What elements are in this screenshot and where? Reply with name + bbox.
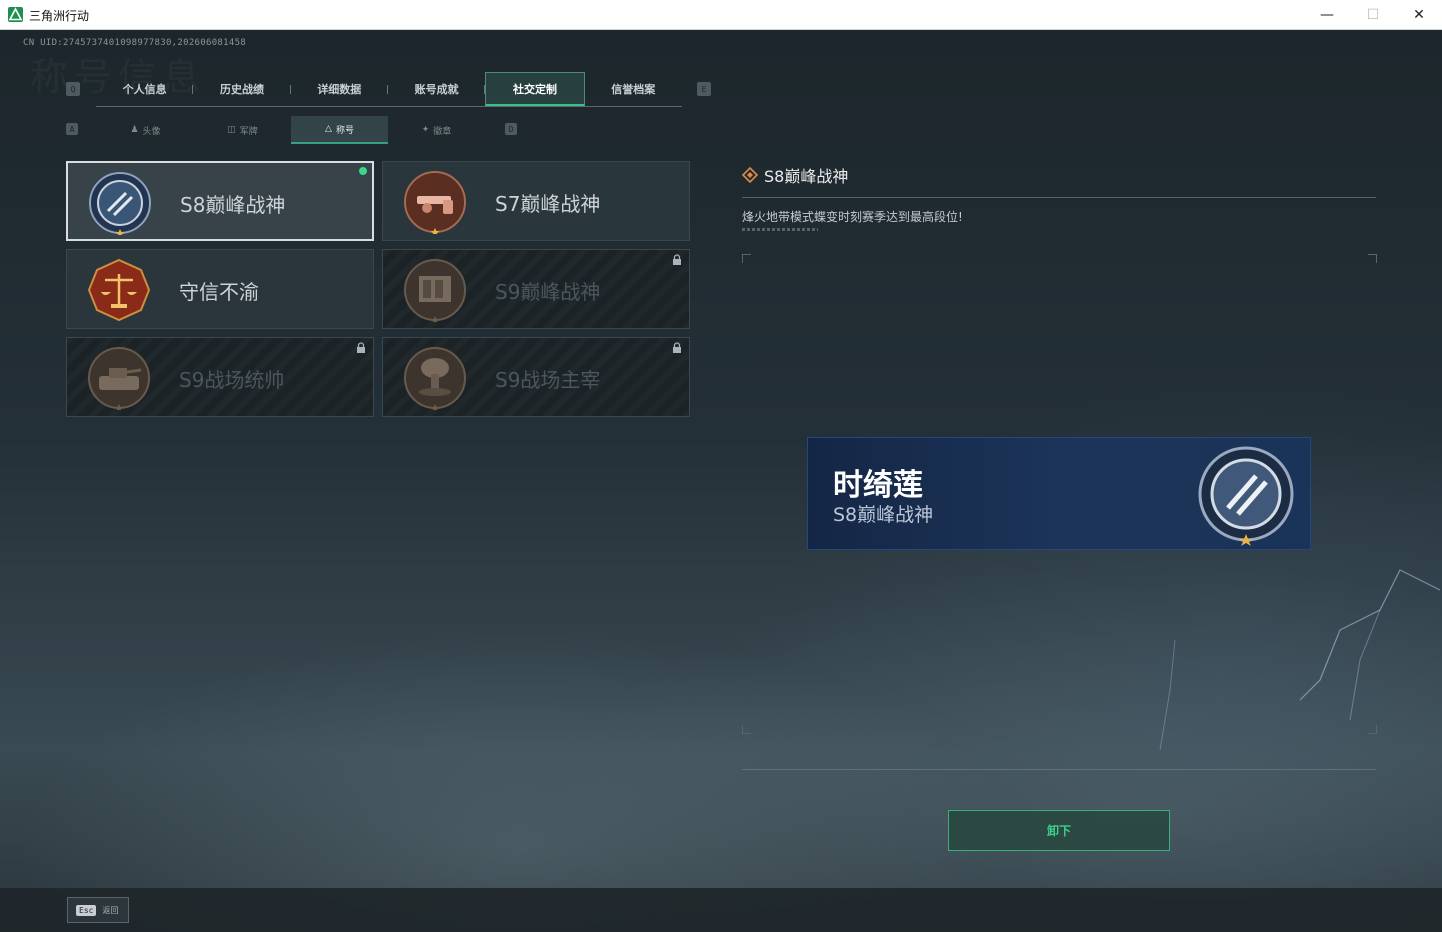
tab-achievements[interactable]: 账号成就	[388, 72, 486, 106]
subtab-avatar[interactable]: ♟ 头像	[97, 116, 194, 144]
frame-corner	[742, 254, 751, 263]
s9-peak-medal-icon	[404, 259, 466, 322]
prev-tab-key-hint[interactable]: Q	[66, 82, 80, 96]
next-tab-key-hint[interactable]: E	[697, 82, 711, 96]
back-button[interactable]: Esc 返回	[67, 897, 129, 923]
equipped-indicator	[359, 167, 367, 175]
title-card-label: S7巅峰战神	[495, 192, 601, 216]
player-uid: CN UID:2745737401098977830,202606081458	[23, 38, 247, 48]
nameplate-preview: 时绮莲 S8巅峰战神	[807, 437, 1311, 550]
sub-tabs: ♟ 头像 ◫ 军牌 △ 称号 ✦ 徽章	[97, 116, 485, 144]
back-label: 返回	[102, 905, 119, 915]
subtab-dogtag[interactable]: ◫ 军牌	[194, 116, 291, 144]
tab-social-custom[interactable]: 社交定制	[485, 72, 585, 106]
title-card-s9-dominator[interactable]: S9战场主宰	[382, 337, 690, 417]
minimize-button[interactable]: —	[1304, 0, 1350, 30]
subtab-title-label: 称号	[335, 125, 354, 136]
close-button[interactable]: ✕	[1396, 0, 1442, 30]
title-card-label: S9战场统帅	[179, 368, 285, 392]
subtab-avatar-label: 头像	[142, 126, 161, 137]
description-underline	[742, 228, 818, 231]
person-icon: ♟	[130, 125, 139, 135]
tab-credit-profile[interactable]: 信誉档案	[585, 72, 682, 106]
frame-corner	[742, 725, 751, 734]
title-card-label: S9战场主宰	[495, 368, 601, 392]
main-tabs: 个人信息 历史战绩 详细数据 账号成就 社交定制 信誉档案	[96, 72, 682, 107]
s8-peak-medal-icon	[1198, 446, 1294, 546]
scales-medal-icon	[87, 258, 151, 322]
title-card-label: S8巅峰战神	[180, 193, 286, 217]
footer-bar	[0, 888, 1442, 932]
game-viewport: 称号信息 CN UID:2745737401098977830,20260608…	[0, 30, 1442, 932]
detail-title: S8巅峰战神	[742, 163, 848, 187]
title-card-s8-peak[interactable]: S8巅峰战神	[66, 161, 374, 241]
title-card-s7-peak[interactable]: S7巅峰战神	[382, 161, 690, 241]
subtab-dogtag-label: 军牌	[239, 126, 258, 137]
tab-personal-info[interactable]: 个人信息	[96, 72, 194, 106]
subtab-title[interactable]: △ 称号	[291, 116, 388, 144]
lock-icon	[355, 342, 367, 354]
esc-key-hint: Esc	[76, 904, 97, 916]
title-card-s9-peak[interactable]: S9巅峰战神	[382, 249, 690, 329]
title-card-integrity[interactable]: 守信不渝	[66, 249, 374, 329]
unequip-button[interactable]: 卸下	[948, 810, 1170, 851]
detail-description: 烽火地带模式蝶变时刻赛季达到最高段位!	[742, 210, 963, 224]
detail-divider	[742, 197, 1376, 198]
tag-icon: ◫	[227, 125, 236, 135]
detail-title-text: S8巅峰战神	[764, 167, 849, 186]
window-title: 三角洲行动	[29, 9, 90, 23]
explosion-medal-icon	[404, 347, 466, 410]
lock-icon	[671, 342, 683, 354]
s8-peak-medal-icon	[89, 172, 151, 235]
next-subtab-key-hint[interactable]: D	[505, 123, 517, 135]
lightning-decoration	[1159, 569, 1440, 751]
nameplate-title: S8巅峰战神	[833, 504, 934, 526]
prev-subtab-key-hint[interactable]: A	[66, 123, 78, 135]
triangle-icon: △	[325, 124, 332, 134]
lock-icon	[671, 254, 683, 266]
maximize-button[interactable]: ☐	[1350, 0, 1396, 30]
frame-corner	[1368, 254, 1377, 263]
window-titlebar: 三角洲行动 — ☐ ✕	[0, 0, 1442, 30]
title-card-label: 守信不渝	[179, 280, 259, 304]
nameplate-player-name: 时绮莲	[833, 468, 923, 503]
tab-history-record[interactable]: 历史战绩	[193, 72, 291, 106]
title-card-label: S9巅峰战神	[495, 280, 601, 304]
app-icon	[8, 7, 23, 22]
subtab-badge[interactable]: ✦ 徽章	[388, 116, 485, 144]
rank-diamond-icon	[742, 167, 758, 183]
title-card-s9-commander[interactable]: S9战场统帅	[66, 337, 374, 417]
subtab-badge-label: 徽章	[433, 126, 452, 137]
s7-peak-medal-icon	[404, 171, 466, 234]
tank-medal-icon	[88, 347, 150, 410]
wing-icon: ✦	[421, 125, 430, 135]
tab-detailed-data[interactable]: 详细数据	[291, 72, 389, 106]
